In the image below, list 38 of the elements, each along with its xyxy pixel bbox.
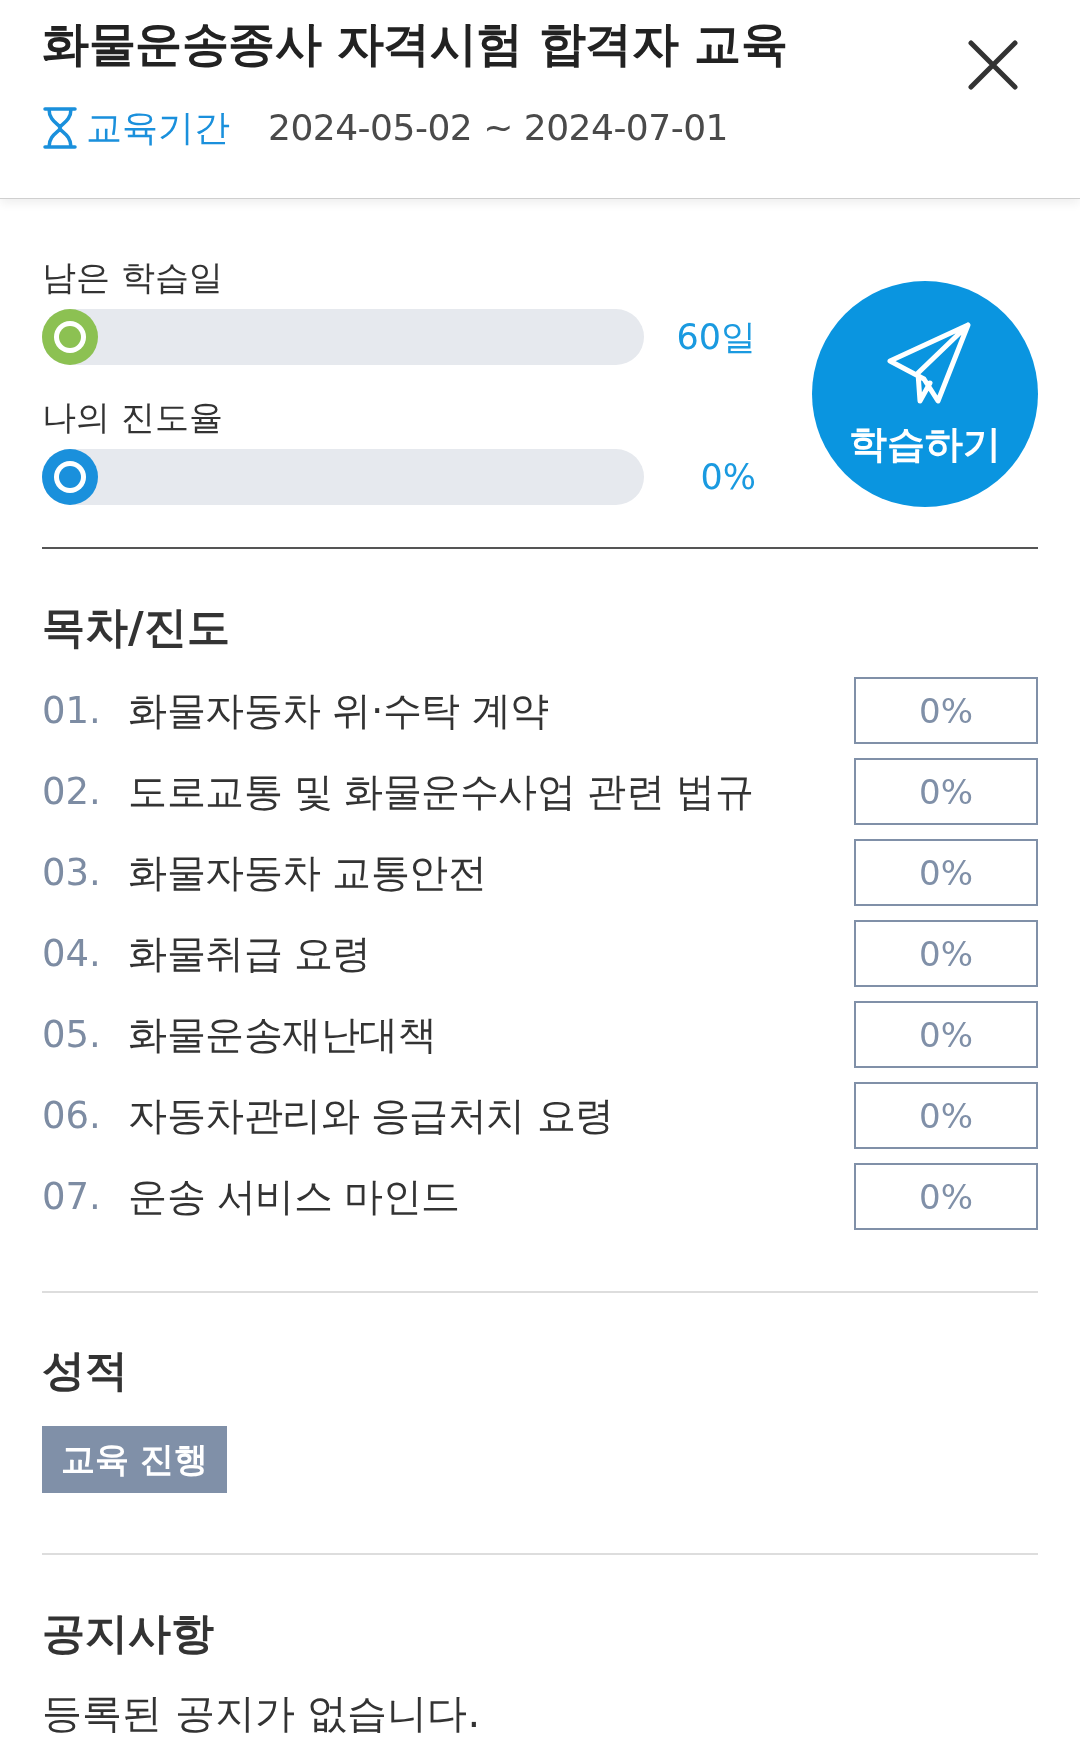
chapter-number: 03. (42, 849, 102, 896)
chapter-progress-reading: 0% (919, 1094, 973, 1137)
chapter-number: 01. (42, 687, 102, 734)
close-icon (968, 40, 1018, 90)
chapter-progress-reading: 0% (919, 851, 973, 894)
chapter-title: 화물자동차 위·수탁 계약 (128, 686, 549, 735)
progress-label: 나의 진도율 (42, 397, 224, 437)
chapter-title: 화물운송재난대책 (128, 1010, 436, 1059)
chapter-number: 05. (42, 1011, 102, 1058)
section-title: 공지사항 (42, 1608, 215, 1658)
chapter-progress-reading: 0% (919, 1175, 973, 1218)
hourglass-icon (42, 106, 78, 150)
chapter-title: 화물자동차 교통안전 (128, 848, 487, 897)
chapter-progress-reading: 0% (919, 932, 973, 975)
chapter-title: 화물취급 요령 (128, 929, 371, 978)
paper-plane-icon (886, 321, 972, 407)
notice-message: 등록된 공지가 없습니다. (42, 1689, 482, 1737)
chapter-number: 04. (42, 930, 102, 977)
period-dates: 2024-05-02 ~ 2024-07-01 (268, 106, 728, 150)
progress-reading: 0% (699, 456, 756, 499)
chapter-progress-reading: 0% (919, 689, 973, 732)
chapter-number: 06. (42, 1092, 102, 1139)
status-badge: 교육 진행 (42, 1426, 227, 1493)
chapter-title: 자동차관리와 응급처치 요령 (128, 1091, 614, 1140)
chapter-progress-reading: 0% (919, 1013, 973, 1056)
section-title: 목차/진도 (42, 602, 231, 652)
chapter-number: 02. (42, 768, 102, 815)
chapter-title: 운송 서비스 마인드 (128, 1172, 460, 1221)
period-label: 교육기간 (86, 106, 230, 150)
window-title: 화물운송종사 자격시험 합격자 교육 (42, 15, 788, 73)
section-title: 성적 (42, 1345, 129, 1395)
study-button[interactable]: 학습하기 (812, 281, 1038, 507)
close-button[interactable] (968, 40, 1018, 90)
chapter-title: 도로교통 및 화물운수사업 관련 법규 (128, 767, 754, 816)
progress-reading: 60일 (675, 316, 756, 359)
chapter-number: 07. (42, 1173, 102, 1220)
chapter-progress-reading: 0% (919, 770, 973, 813)
progress-label: 남은 학습일 (42, 257, 224, 297)
